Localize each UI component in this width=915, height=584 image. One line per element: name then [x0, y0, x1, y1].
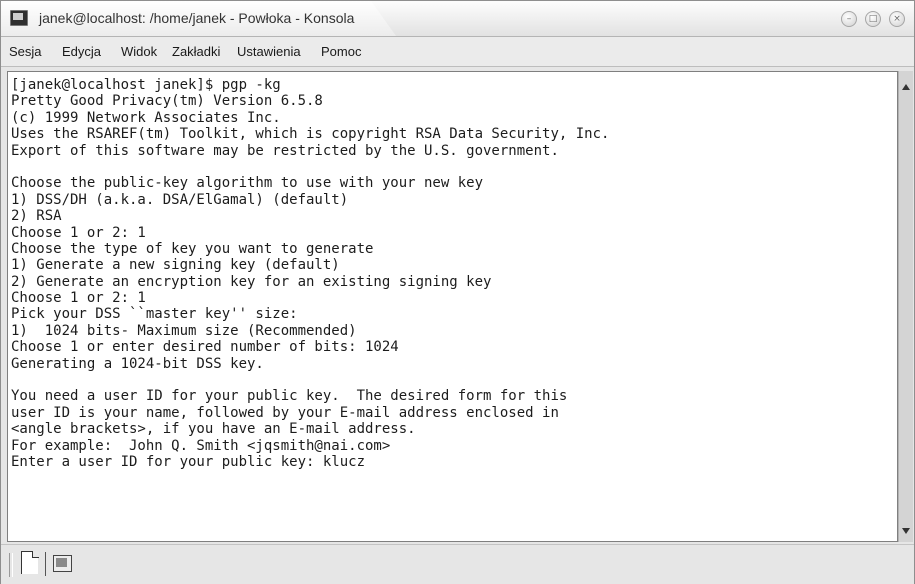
vertical-scrollbar[interactable] [898, 71, 913, 542]
terminal-line: Enter a user ID for your public key: klu… [11, 453, 366, 470]
terminal-screen [56, 558, 67, 567]
terminal-line: Pick your DSS ``master key'' size: [11, 306, 298, 323]
terminal-line: user ID is your name, followed by your E… [11, 404, 559, 421]
menu-widok[interactable]: Widok [121, 44, 157, 59]
terminal-line: 2) RSA [11, 208, 62, 225]
terminal-output[interactable]: [janek@localhost janek]$ pgp -kg Pretty G… [7, 71, 898, 542]
new-session-icon[interactable] [17, 550, 47, 578]
sheet-fold [32, 551, 39, 558]
terminal-line: Generating a 1024-bit DSS key. [11, 355, 264, 372]
maximize-button[interactable]: □ [865, 11, 881, 27]
window-title: janek@localhost: /home/janek - Powłoka -… [39, 10, 355, 26]
menu-edycja[interactable]: Edycja [62, 44, 101, 59]
terminal-line: 1) Generate a new signing key (default) [11, 257, 340, 274]
terminal-line: For example: John Q. Smith <jqsmith@nai.… [11, 437, 391, 454]
menu-bar: Sesja Edycja Widok Zakładki Ustawienia P… [1, 37, 914, 67]
menu-sesja[interactable]: Sesja [9, 44, 42, 59]
terminal-text: [janek@localhost janek]$ pgp -kg Pretty G… [11, 77, 609, 470]
button-separator [45, 552, 46, 576]
terminal-line: 1) 1024 bits- Maximum size (Recommended) [11, 322, 357, 339]
session-toolbar [1, 544, 914, 584]
menu-pomoc[interactable]: Pomoc [321, 44, 361, 59]
terminal-line: Pretty Good Privacy(tm) Version 6.5.8 [11, 93, 323, 110]
konsole-icon[interactable] [10, 10, 28, 26]
terminal-line: Export of this software may be restricte… [11, 142, 559, 159]
terminal-line: Choose 1 or enter desired number of bits… [11, 339, 399, 356]
menu-ustawienia[interactable]: Ustawienia [237, 44, 301, 59]
terminal-line: 1) DSS/DH (a.k.a. DSA/ElGamal) (default) [11, 191, 349, 208]
terminal-line: 2) Generate an encryption key for an exi… [11, 273, 492, 290]
terminal-line: Choose 1 or 2: 1 [11, 224, 146, 241]
terminal-line: Uses the RSAREF(tm) Toolkit, which is co… [11, 126, 610, 143]
scroll-down-icon[interactable] [902, 528, 910, 534]
scroll-up-icon[interactable] [902, 84, 910, 90]
menu-zakladki[interactable]: Zakładki [172, 44, 220, 59]
konsole-window: janek@localhost: /home/janek - Powłoka -… [0, 0, 915, 584]
terminal-icon[interactable] [47, 550, 77, 578]
toolbar-grip[interactable] [9, 553, 13, 577]
terminal-line: <angle brackets>, if you have an E-mail … [11, 421, 416, 438]
terminal-line: [janek@localhost janek]$ pgp -kg [11, 77, 281, 93]
terminal-line: You need a user ID for your public key. … [11, 388, 568, 405]
title-bar[interactable]: janek@localhost: /home/janek - Powłoka -… [1, 1, 914, 37]
terminal-line: Choose 1 or 2: 1 [11, 290, 146, 307]
close-button[interactable]: × [889, 11, 905, 27]
terminal-line: (c) 1999 Network Associates Inc. [11, 109, 281, 126]
terminal-line: Choose the public-key algorithm to use w… [11, 175, 484, 192]
terminal-line: Choose the type of key you want to gener… [11, 240, 374, 257]
minimize-button[interactable]: – [841, 11, 857, 27]
